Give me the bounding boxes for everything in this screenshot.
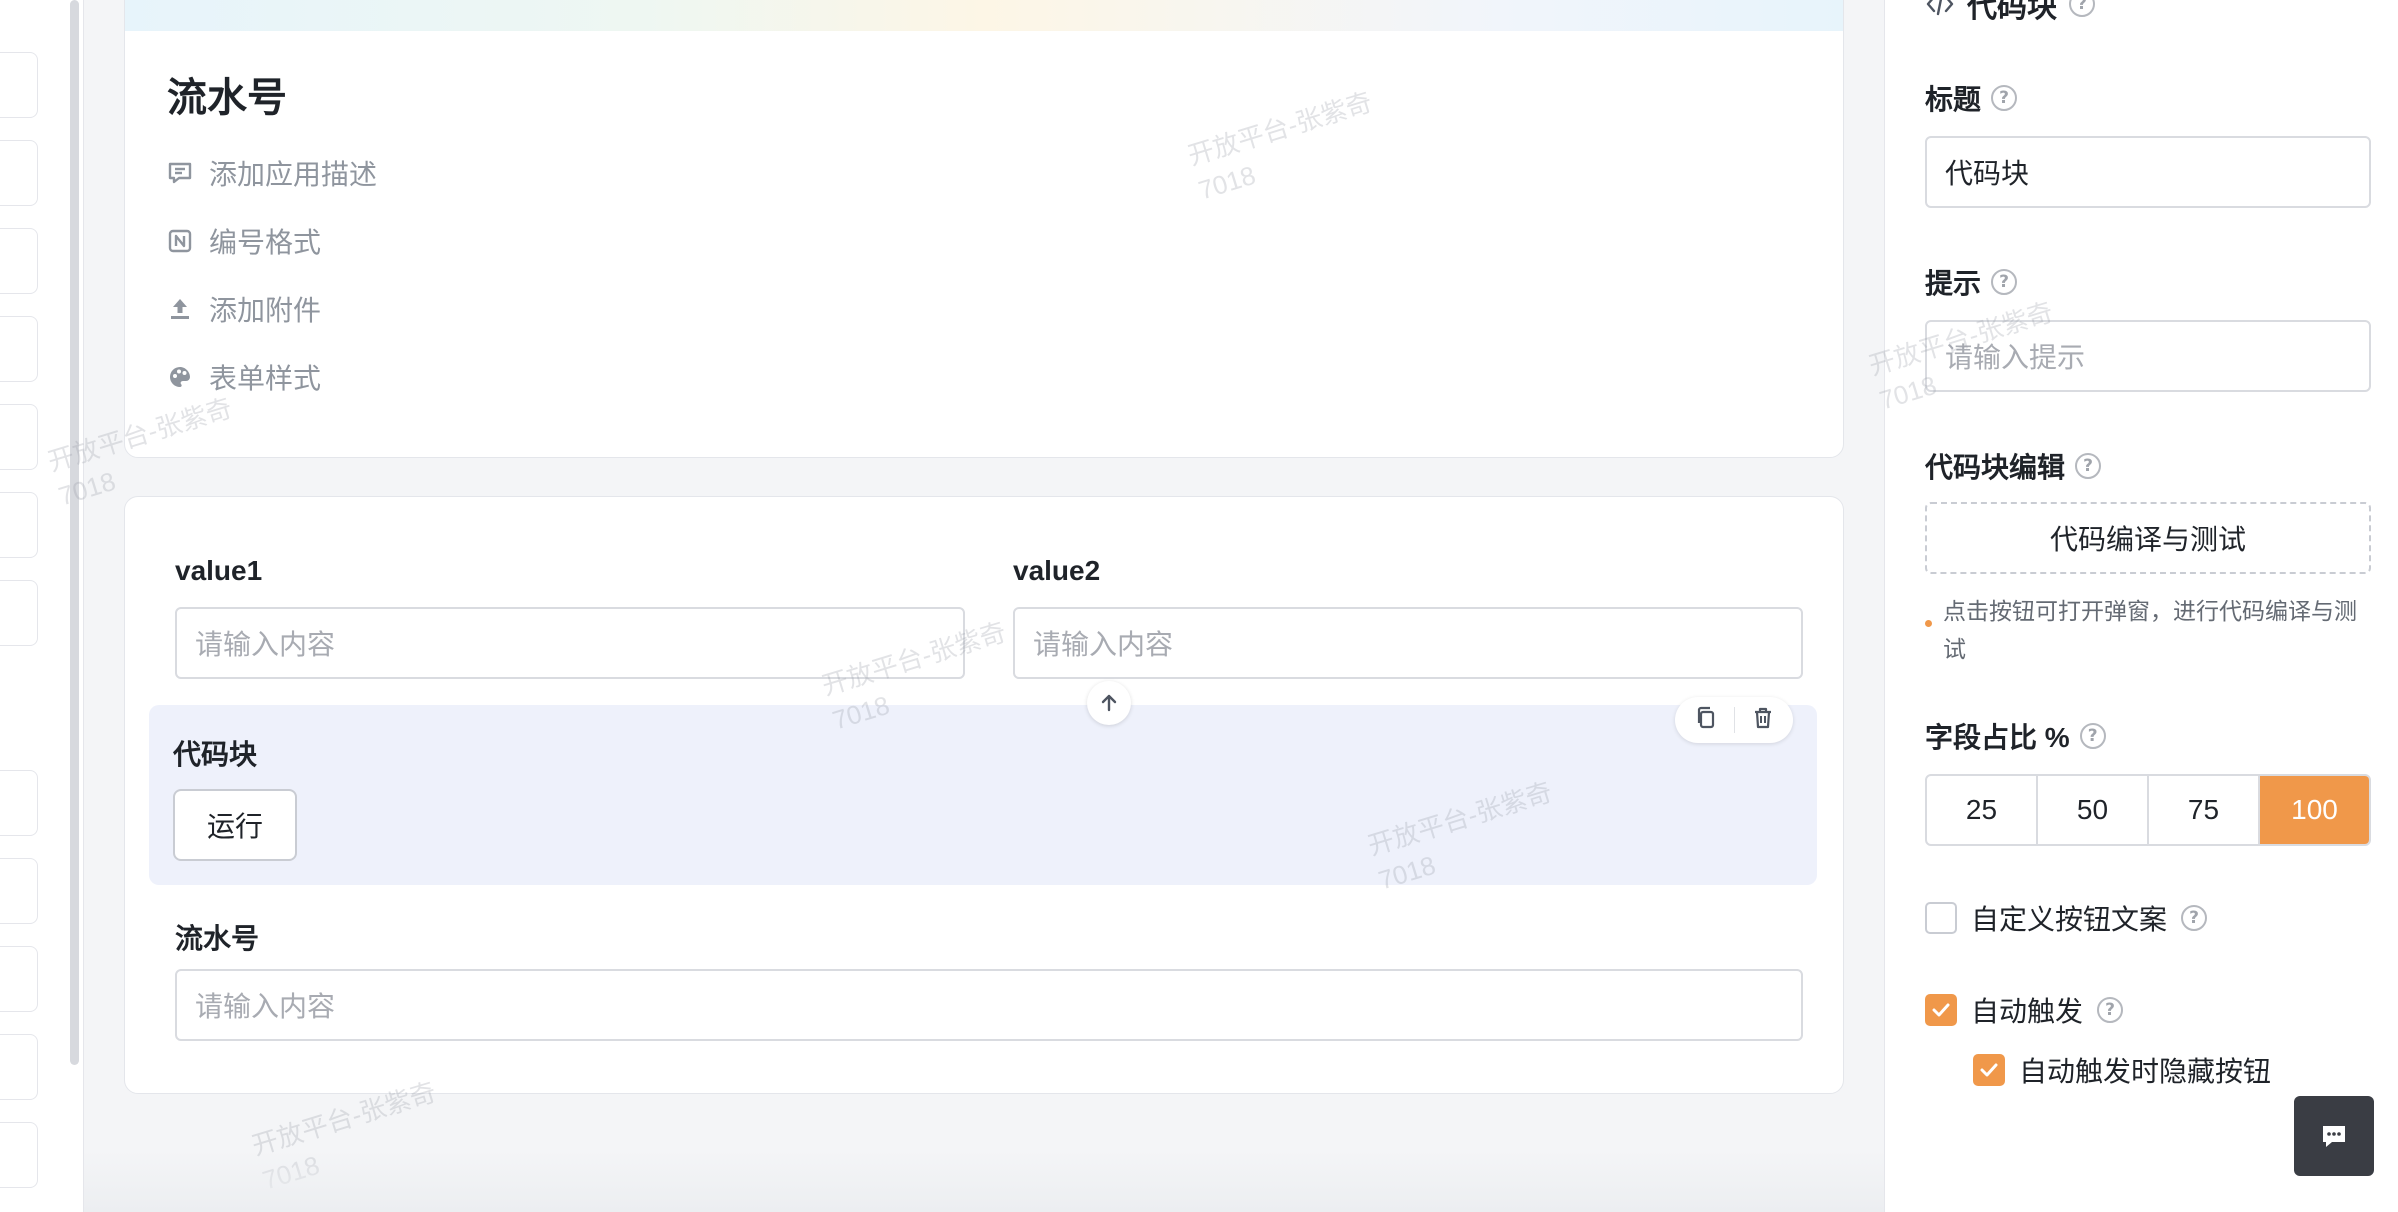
help-icon[interactable]: ? bbox=[2069, 0, 2095, 17]
component-tile[interactable] bbox=[0, 52, 38, 118]
title-input[interactable]: 代码块 bbox=[1925, 136, 2371, 208]
checkbox-label: 自动触发时隐藏按钮 bbox=[2019, 1056, 2272, 1087]
component-tile[interactable] bbox=[0, 492, 38, 558]
code-block-field[interactable]: 代码块 运行 bbox=[149, 681, 1817, 885]
form-style-link[interactable]: 表单样式 bbox=[167, 357, 321, 397]
check-icon bbox=[1932, 1003, 1950, 1017]
trash-icon bbox=[1754, 707, 1771, 728]
upload-icon bbox=[167, 296, 193, 322]
ratio-option-100[interactable]: 100 bbox=[2260, 776, 2369, 844]
chat-icon bbox=[2323, 1126, 2345, 1147]
check-icon bbox=[1980, 1063, 1998, 1077]
title-label: 标题? bbox=[1925, 78, 2018, 118]
copy-button[interactable] bbox=[1693, 705, 1719, 736]
meta-label: 添加附件 bbox=[209, 295, 322, 326]
delete-button[interactable] bbox=[1750, 705, 1776, 736]
bottom-fade bbox=[84, 1150, 1884, 1212]
editor-hint: 点击按钮可打开弹窗，进行代码编译与测试 bbox=[1925, 592, 2371, 668]
hide-button-checkbox[interactable] bbox=[1973, 1054, 2005, 1086]
component-tile[interactable] bbox=[0, 946, 38, 1012]
custom-button-checkbox[interactable] bbox=[1925, 902, 1957, 934]
hint-input[interactable]: 请输入提示 bbox=[1925, 320, 2371, 392]
toolbar-divider bbox=[1733, 707, 1735, 733]
help-icon[interactable]: ? bbox=[2075, 453, 2102, 479]
field-label-serial: 流水号 bbox=[175, 923, 260, 954]
left-component-strip bbox=[0, 0, 84, 1212]
add-attachment-link[interactable]: 添加附件 bbox=[167, 289, 321, 329]
numbering-format-link[interactable]: 编号格式 bbox=[167, 221, 321, 261]
hide-button-option[interactable]: 自动触发时隐藏按钮 bbox=[1973, 1050, 2271, 1090]
compile-test-button[interactable]: 代码编译与测试 bbox=[1925, 502, 2371, 574]
custom-button-text-option[interactable]: 自定义按钮文案 ? bbox=[1925, 898, 2208, 938]
move-up-button[interactable] bbox=[1087, 681, 1131, 725]
help-icon[interactable]: ? bbox=[2079, 723, 2106, 749]
auto-trigger-option[interactable]: 自动触发 ? bbox=[1925, 990, 2124, 1030]
component-tile[interactable] bbox=[0, 1122, 38, 1188]
field-label-value1: value1 bbox=[175, 555, 263, 586]
component-tile[interactable] bbox=[0, 404, 38, 470]
component-tile[interactable] bbox=[0, 228, 38, 294]
palette-icon bbox=[167, 364, 193, 390]
run-button[interactable]: 运行 bbox=[173, 789, 297, 861]
hint-label: 提示? bbox=[1925, 262, 2018, 302]
field-label-code-block: 代码块 bbox=[173, 739, 258, 770]
component-tile[interactable] bbox=[0, 140, 38, 206]
field-label-value2: value2 bbox=[1013, 555, 1101, 586]
help-icon[interactable]: ? bbox=[2097, 997, 2124, 1023]
help-icon[interactable]: ? bbox=[1991, 269, 2018, 295]
auto-trigger-checkbox[interactable] bbox=[1925, 994, 1957, 1026]
value1-input[interactable]: 请输入内容 bbox=[175, 607, 965, 679]
ratio-option-75[interactable]: 75 bbox=[2149, 776, 2260, 844]
panel-title: 代码块 bbox=[1967, 0, 2057, 24]
serial-input[interactable]: 请输入内容 bbox=[175, 969, 1803, 1041]
hint-dot bbox=[1925, 620, 1932, 627]
form-canvas: 流水号 添加应用描述 编号格式 添加附件 表单样式 value1 请输入内容 v… bbox=[44, 0, 1884, 1212]
form-fields-card: value1 请输入内容 value2 请输入内容 代码块 运行 流水号 请输入… bbox=[124, 496, 1844, 1094]
numbering-icon bbox=[167, 228, 193, 254]
component-tile[interactable] bbox=[0, 770, 38, 836]
component-tile[interactable] bbox=[0, 858, 38, 924]
code-icon bbox=[1926, 0, 1954, 16]
panel-header: 代码块 ? bbox=[1925, 0, 2095, 26]
ratio-label: 字段占比 %? bbox=[1925, 716, 2106, 756]
help-icon[interactable]: ? bbox=[2181, 905, 2208, 931]
left-scrollbar[interactable] bbox=[70, 0, 79, 1065]
header-banner bbox=[125, 0, 1843, 31]
ratio-option-50[interactable]: 50 bbox=[2038, 776, 2149, 844]
help-icon[interactable]: ? bbox=[1991, 85, 2018, 111]
block-toolbar bbox=[1675, 697, 1793, 743]
checkbox-label: 自定义按钮文案 bbox=[1971, 904, 2168, 935]
checkbox-label: 自动触发 bbox=[1971, 996, 2084, 1027]
meta-label: 编号格式 bbox=[209, 227, 322, 258]
meta-label: 表单样式 bbox=[209, 363, 322, 394]
editor-label: 代码块编辑? bbox=[1925, 446, 2102, 486]
meta-label: 添加应用描述 bbox=[209, 159, 378, 190]
value2-input[interactable]: 请输入内容 bbox=[1013, 607, 1803, 679]
chat-button[interactable] bbox=[2294, 1096, 2374, 1176]
ratio-option-25[interactable]: 25 bbox=[1927, 776, 2038, 844]
comment-icon bbox=[167, 160, 193, 186]
form-header-card: 流水号 添加应用描述 编号格式 添加附件 表单样式 bbox=[124, 0, 1844, 458]
ratio-segmented-control: 25 50 75 100 bbox=[1925, 774, 2371, 846]
arrow-up-icon bbox=[1101, 694, 1117, 712]
component-tile[interactable] bbox=[0, 580, 38, 646]
form-title[interactable]: 流水号 bbox=[167, 65, 287, 123]
properties-panel: 代码块 ? 标题? 代码块 提示? 请输入提示 代码块编辑? 代码编译与测试 点… bbox=[1865, 0, 2398, 1212]
component-tile[interactable] bbox=[0, 316, 38, 382]
component-tile[interactable] bbox=[0, 1034, 38, 1100]
copy-icon bbox=[1697, 706, 1714, 728]
add-description-link[interactable]: 添加应用描述 bbox=[167, 153, 377, 193]
